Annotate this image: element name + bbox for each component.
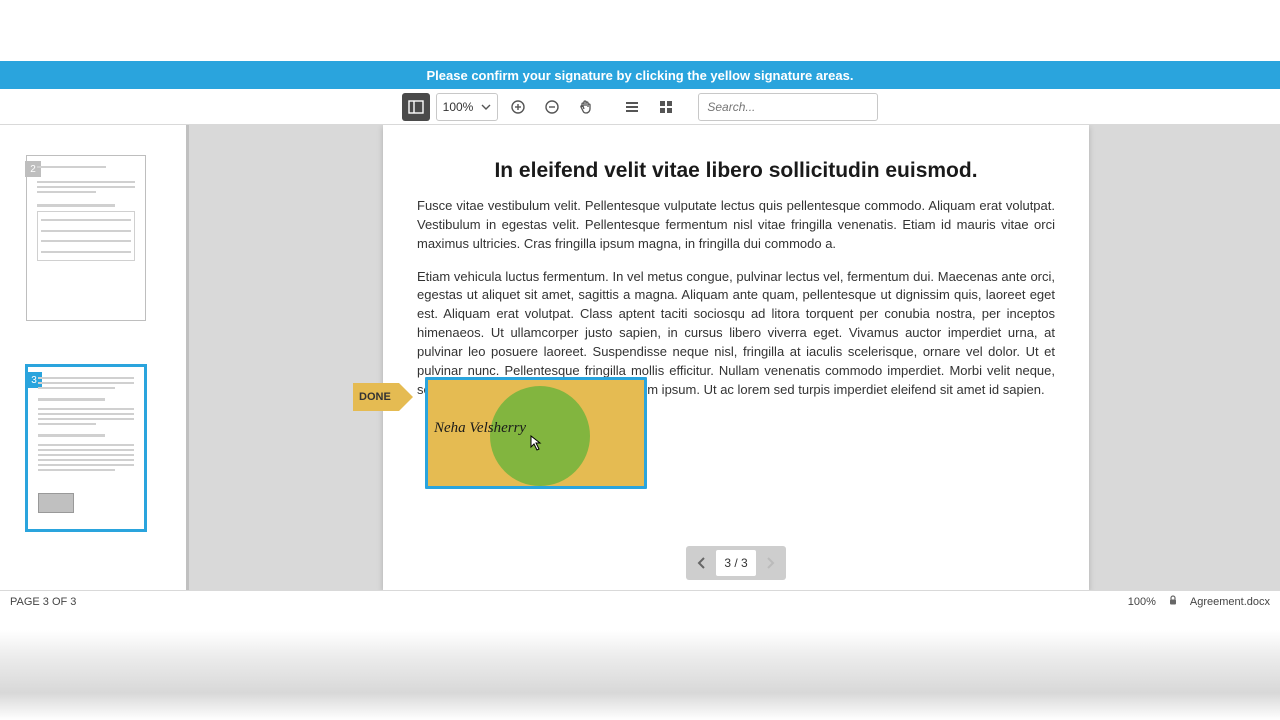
document-area[interactable]: In eleifend velit vitae libero sollicitu… [192, 125, 1280, 590]
document-paragraph: Fusce vitae vestibulum velit. Pellentesq… [417, 197, 1055, 254]
workspace: 2 [0, 125, 1280, 590]
grid-view-button[interactable] [652, 93, 680, 121]
sidebar-toggle-button[interactable] [402, 93, 430, 121]
status-page-label: PAGE 3 OF 3 [10, 596, 76, 608]
thumbnail-preview [37, 166, 135, 310]
single-page-view-button[interactable] [618, 93, 646, 121]
zoom-out-button[interactable] [538, 93, 566, 121]
next-page-button[interactable] [758, 549, 782, 577]
zoom-level-label: 100% [443, 100, 474, 114]
thumbnail-page-2[interactable]: 2 [26, 155, 146, 321]
status-bar: PAGE 3 OF 3 100% Agreement.docx [0, 590, 1280, 612]
thumbnail-preview [38, 377, 134, 519]
status-filename: Agreement.docx [1190, 596, 1270, 608]
toolbar: 100% [0, 89, 1280, 125]
pointer-cursor-icon [525, 435, 543, 458]
lock-icon [1168, 595, 1178, 608]
page-navigator: 3 / 3 [686, 546, 786, 580]
page-indicator: 3 / 3 [716, 550, 755, 576]
done-indicator[interactable]: DONE [353, 383, 399, 411]
footer-gradient [0, 630, 1280, 720]
thumbnail-panel[interactable]: 2 [0, 125, 186, 590]
prev-page-button[interactable] [690, 549, 714, 577]
document-page: In eleifend velit vitae libero sollicitu… [383, 125, 1089, 590]
search-input[interactable] [698, 93, 878, 121]
status-zoom-label: 100% [1128, 596, 1156, 608]
zoom-in-button[interactable] [504, 93, 532, 121]
signature-box[interactable]: Neha Velsherry [425, 377, 647, 489]
pan-hand-button[interactable] [572, 93, 600, 121]
document-heading: In eleifend velit vitae libero sollicitu… [417, 159, 1055, 183]
signature-name: Neha Velsherry [434, 420, 526, 437]
chevron-down-icon [481, 102, 491, 112]
thumbnail-page-3[interactable]: 3 [26, 365, 146, 531]
zoom-dropdown[interactable]: 100% [436, 93, 499, 121]
confirmation-banner: Please confirm your signature by clickin… [0, 61, 1280, 89]
